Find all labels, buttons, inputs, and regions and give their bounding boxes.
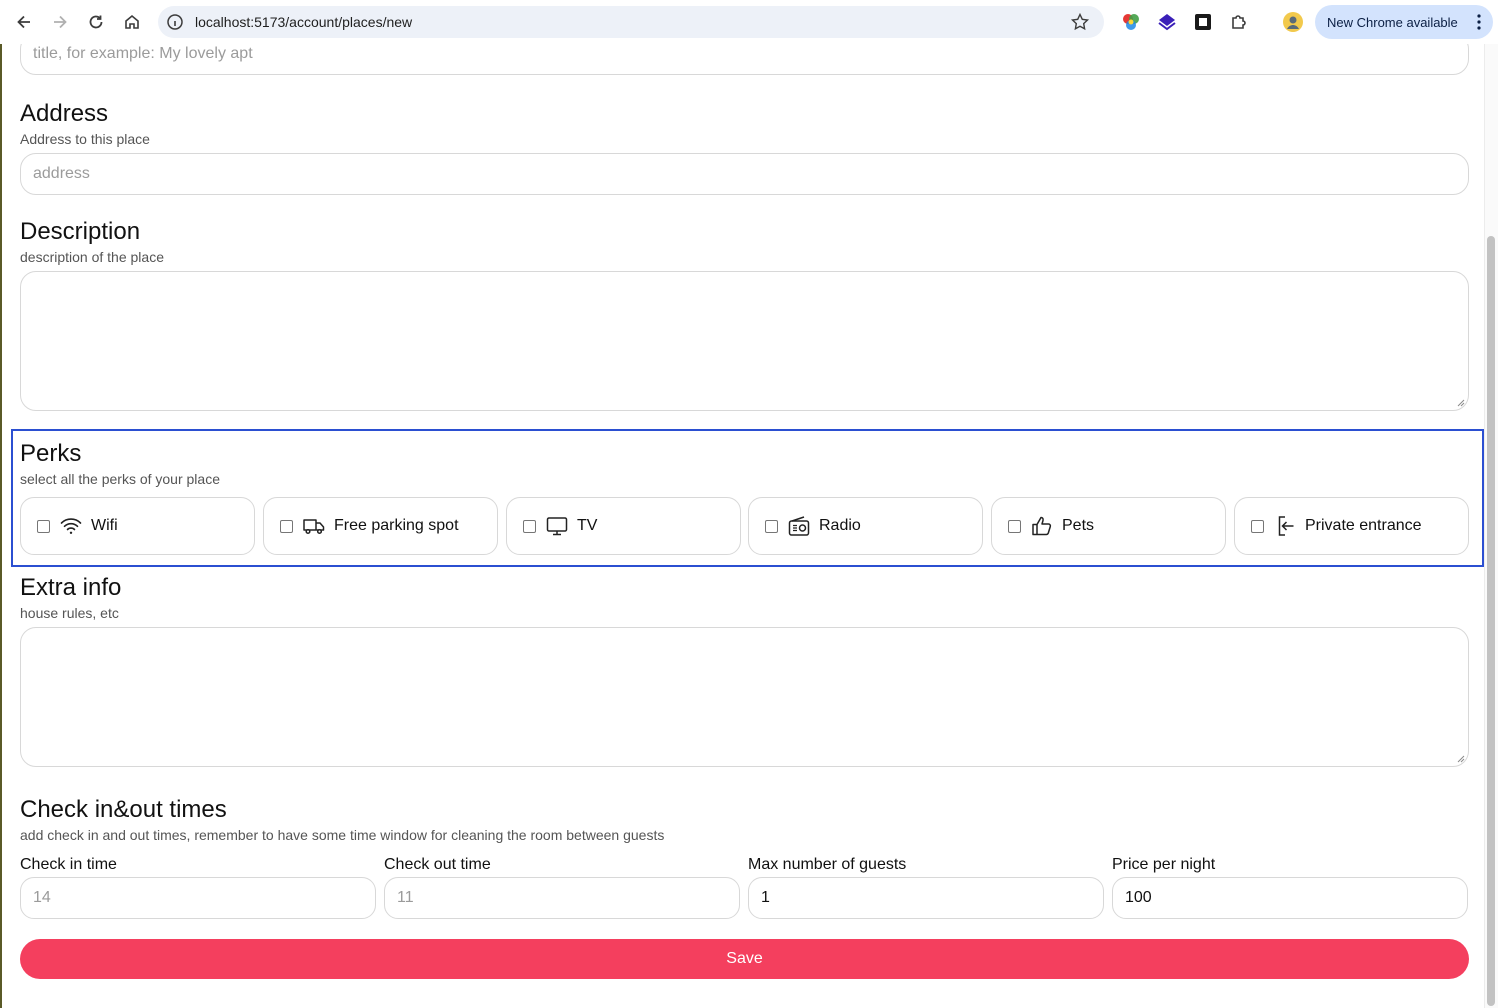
perk-private-entrance-label: Private entrance	[1305, 517, 1422, 534]
extra-info-textarea[interactable]	[20, 627, 1469, 767]
perk-parking[interactable]: Free parking spot	[263, 497, 498, 555]
price-input[interactable]: 100	[1112, 877, 1468, 919]
title-placeholder: title, for example: My lovely apt	[33, 45, 253, 62]
description-textarea[interactable]	[20, 271, 1469, 411]
max-guests-label: Max number of guests	[748, 856, 907, 873]
perk-radio-checkbox[interactable]	[765, 519, 778, 533]
thumbs-up-icon	[1032, 516, 1052, 536]
check-in-placeholder: 14	[33, 889, 51, 906]
perk-pets-checkbox[interactable]	[1008, 519, 1021, 533]
title-input[interactable]: title, for example: My lovely apt	[20, 44, 1469, 75]
bookmark-star-icon[interactable]	[1070, 12, 1090, 32]
description-subtitle: description of the place	[20, 249, 164, 265]
times-heading: Check in&out times	[20, 796, 227, 823]
puzzle-extensions-icon[interactable]	[1228, 11, 1250, 33]
price-label: Price per night	[1112, 856, 1216, 873]
perk-tv[interactable]: TV	[506, 497, 741, 555]
perk-radio[interactable]: Radio	[748, 497, 983, 555]
perk-radio-label: Radio	[819, 517, 861, 534]
chrome-update-label: New Chrome available	[1327, 14, 1458, 30]
extra-info-heading: Extra info	[20, 574, 122, 601]
perks-subtitle: select all the perks of your place	[20, 471, 220, 487]
perk-wifi-checkbox[interactable]	[37, 519, 50, 533]
address-bar[interactable]: localhost:5173/account/places/new	[158, 6, 1104, 38]
address-heading: Address	[20, 100, 109, 127]
reload-icon[interactable]	[84, 10, 108, 34]
check-out-placeholder: 11	[397, 889, 414, 906]
save-button[interactable]: Save	[20, 939, 1469, 979]
times-subtitle: add check in and out times, remember to …	[20, 827, 665, 843]
perk-pets[interactable]: Pets	[991, 497, 1226, 555]
more-menu-icon[interactable]	[1477, 13, 1481, 31]
address-placeholder: address	[33, 165, 90, 182]
profile-avatar-icon[interactable]	[1282, 11, 1304, 33]
truck-icon	[303, 519, 325, 535]
max-guests-input[interactable]: 1	[748, 877, 1104, 919]
max-guests-value: 1	[761, 889, 770, 906]
perk-wifi-label: Wifi	[91, 517, 118, 534]
price-value: 100	[1125, 889, 1152, 906]
layers-extension-icon[interactable]	[1156, 11, 1178, 33]
save-button-label: Save	[726, 950, 763, 967]
chrome-update-button[interactable]: New Chrome available	[1315, 5, 1493, 39]
perk-pets-label: Pets	[1062, 517, 1095, 534]
perk-private-entrance[interactable]: Private entrance	[1234, 497, 1469, 555]
extra-info-subtitle: house rules, etc	[20, 605, 119, 621]
perk-parking-label: Free parking spot	[334, 517, 459, 534]
square-extension-icon[interactable]	[1192, 11, 1214, 33]
check-out-label: Check out time	[384, 856, 491, 873]
radio-icon	[788, 516, 810, 536]
check-out-input[interactable]: 11	[384, 877, 740, 919]
url-text: localhost:5173/account/places/new	[195, 14, 413, 30]
perk-private-entrance-checkbox[interactable]	[1251, 519, 1264, 533]
address-subtitle: Address to this place	[20, 131, 150, 147]
perk-tv-label: TV	[577, 517, 598, 534]
resize-handle-icon[interactable]	[1457, 399, 1465, 407]
perk-parking-checkbox[interactable]	[280, 519, 293, 533]
home-icon[interactable]	[120, 10, 144, 34]
page-content: title, for example: My lovely apt Addres…	[0, 44, 1484, 1008]
back-icon[interactable]	[12, 10, 36, 34]
entrance-icon	[1278, 516, 1294, 536]
perks-heading: Perks	[20, 440, 82, 467]
check-in-input[interactable]: 14	[20, 877, 376, 919]
perk-wifi[interactable]: Wifi	[20, 497, 255, 555]
color-extension-icon[interactable]	[1120, 11, 1142, 33]
browser-toolbar: localhost:5173/account/places/new New Ch…	[0, 0, 1498, 44]
site-info-icon[interactable]	[166, 13, 184, 31]
address-input[interactable]: address	[20, 153, 1469, 195]
scrollbar-thumb[interactable]	[1487, 236, 1495, 1006]
description-heading: Description	[20, 218, 141, 245]
perk-tv-checkbox[interactable]	[523, 519, 536, 533]
forward-icon[interactable]	[48, 10, 72, 34]
wifi-icon	[60, 518, 82, 534]
tv-icon	[546, 517, 568, 536]
check-in-label: Check in time	[20, 856, 117, 873]
resize-handle-icon[interactable]	[1457, 755, 1465, 763]
